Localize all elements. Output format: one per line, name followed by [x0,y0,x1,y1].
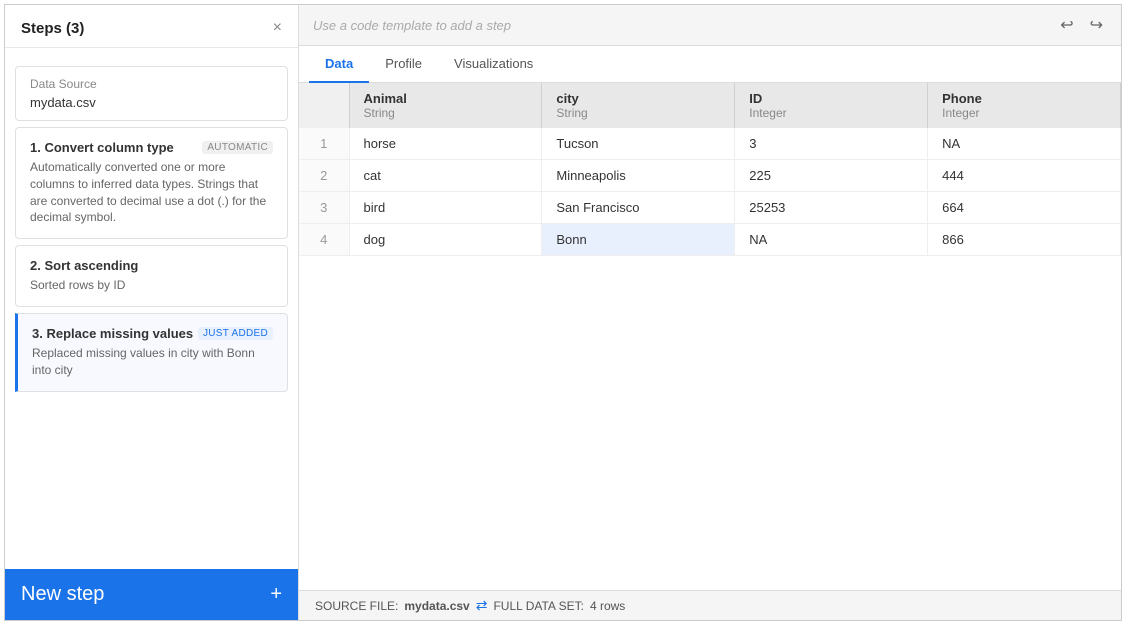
new-step-label: New step [21,583,104,606]
source-filename: mydata.csv [404,599,469,613]
col-name-city: city [556,91,578,106]
step-2-description: Sorted rows by ID [30,277,273,294]
table-body: 1horseTucson3NA2catMinneapolis2254443bir… [299,128,1121,256]
col-name-animal: Animal [364,91,407,106]
cell-rownum: 2 [299,160,349,192]
full-dataset-label: FULL DATA SET: [493,599,583,613]
col-header-id[interactable]: ID Integer [735,83,928,128]
step-3-label: 3. Replace missing values [32,326,193,341]
redo-button[interactable]: ↪ [1086,13,1107,37]
col-name-id: ID [749,91,762,106]
table-header-row: Animal String city String ID Integer P [299,83,1121,128]
col-type-phone: Integer [942,106,1106,120]
data-source-filename: mydata.csv [30,95,273,110]
col-header-phone[interactable]: Phone Integer [928,83,1121,128]
cell-city: Bonn [542,224,735,256]
new-step-icon: + [270,583,282,606]
step-3-badge: JUST ADDED [198,327,273,340]
step-card-3[interactable]: 3. Replace missing values JUST ADDED Rep… [15,313,288,392]
cell-phone: 444 [928,160,1121,192]
tab-data[interactable]: Data [309,46,369,83]
cell-animal: cat [349,160,542,192]
content-area: Use a code template to add a step ↩ ↪ Da… [299,5,1121,620]
cell-id: NA [735,224,928,256]
col-name-phone: Phone [942,91,982,106]
step-1-header: 1. Convert column type AUTOMATIC [30,140,273,155]
col-header-animal[interactable]: Animal String [349,83,542,128]
table-row: 2catMinneapolis225444 [299,160,1121,192]
undo-button[interactable]: ↩ [1056,13,1077,37]
col-type-id: Integer [749,106,913,120]
tabs-bar: Data Profile Visualizations [299,46,1121,83]
cell-phone: NA [928,128,1121,160]
cell-phone: 664 [928,192,1121,224]
source-file-label: SOURCE FILE: [315,599,398,613]
cell-rownum: 3 [299,192,349,224]
close-button[interactable]: × [273,19,282,37]
step-2-header: 2. Sort ascending [30,258,273,273]
cell-animal: horse [349,128,542,160]
sidebar-title: Steps (3) [21,20,84,37]
cell-rownum: 1 [299,128,349,160]
col-header-city[interactable]: city String [542,83,735,128]
tab-visualizations[interactable]: Visualizations [438,46,549,83]
cell-id: 25253 [735,192,928,224]
step-card-2[interactable]: 2. Sort ascending Sorted rows by ID [15,245,288,307]
step-2-label: 2. Sort ascending [30,258,138,273]
step-card-1[interactable]: 1. Convert column type AUTOMATIC Automat… [15,127,288,239]
data-source-label: Data Source [30,77,273,91]
row-count: 4 rows [590,599,625,613]
sidebar-header: Steps (3) × [5,5,298,48]
step-1-description: Automatically converted one or more colu… [30,159,273,226]
cell-city: Minneapolis [542,160,735,192]
col-type-animal: String [364,106,528,120]
cell-id: 225 [735,160,928,192]
table-row: 3birdSan Francisco25253664 [299,192,1121,224]
tab-profile[interactable]: Profile [369,46,438,83]
data-table-container: Animal String city String ID Integer P [299,83,1121,590]
status-bar: SOURCE FILE: mydata.csv ⇄ FULL DATA SET:… [299,590,1121,620]
table-row: 1horseTucson3NA [299,128,1121,160]
step-1-label: 1. Convert column type [30,140,174,155]
step-3-description: Replaced missing values in city with Bon… [32,345,273,379]
cell-city: San Francisco [542,192,735,224]
cell-animal: dog [349,224,542,256]
cell-id: 3 [735,128,928,160]
sync-icon: ⇄ [476,597,488,614]
cell-animal: bird [349,192,542,224]
step-3-header: 3. Replace missing values JUST ADDED [32,326,273,341]
data-table: Animal String city String ID Integer P [299,83,1121,256]
col-header-rownum [299,83,349,128]
toolbar: Use a code template to add a step ↩ ↪ [299,5,1121,46]
data-source-card[interactable]: Data Source mydata.csv [15,66,288,121]
cell-phone: 866 [928,224,1121,256]
cell-city: Tucson [542,128,735,160]
steps-list: Data Source mydata.csv 1. Convert column… [5,48,298,569]
table-row: 4dogBonnNA866 [299,224,1121,256]
toolbar-actions: ↩ ↪ [1056,13,1107,37]
col-type-city: String [556,106,720,120]
cell-rownum: 4 [299,224,349,256]
step-1-badge: AUTOMATIC [202,141,273,154]
sidebar: Steps (3) × Data Source mydata.csv 1. Co… [5,5,299,620]
toolbar-placeholder: Use a code template to add a step [313,18,511,33]
new-step-button[interactable]: New step + [5,569,298,620]
